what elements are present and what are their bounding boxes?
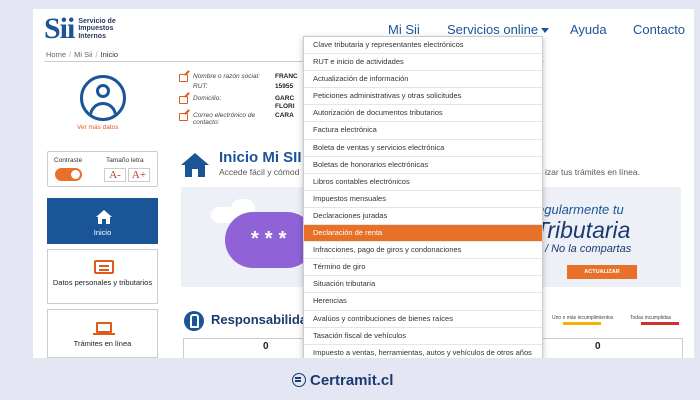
menu-item[interactable]: Situación tributaria	[304, 276, 542, 294]
legend-label: Uno o más incumplimientos	[552, 315, 614, 321]
info-label: Domicilio:	[193, 95, 222, 102]
sidebar-item-inicio[interactable]: Inicio	[47, 198, 158, 244]
sidebar-item-label: Trámites en línea	[73, 339, 132, 348]
certramit-brand: Certramit.cl	[292, 371, 393, 389]
info-value: 15955	[275, 83, 294, 90]
info-value: CARA	[275, 112, 294, 119]
menu-item[interactable]: Término de giro	[304, 259, 542, 277]
menu-item[interactable]: Herencias	[304, 293, 542, 311]
logo-text: Servicio de Impuestos Internos	[78, 17, 116, 40]
menu-item[interactable]: Impuesto a ventas, herramientas, autos y…	[304, 345, 542, 358]
info-value: FRANC	[275, 73, 298, 80]
logo-mark: Sii	[44, 12, 75, 45]
page-title: Inicio Mi SII	[219, 149, 302, 166]
breadcrumb-home[interactable]: Home	[46, 50, 66, 59]
banner-text-line3: / No la compartas	[545, 243, 632, 255]
menu-item[interactable]: Declaraciones juradas	[304, 208, 542, 226]
menu-item-highlighted[interactable]: Declaración de renta	[304, 225, 542, 243]
count-value: 0	[263, 341, 269, 352]
home-icon	[181, 153, 209, 177]
banner-text-line1: egularmente tu	[537, 202, 624, 217]
menu-item[interactable]: Avalúos y contribuciones de bienes raíce…	[304, 311, 542, 328]
info-row-name: Nombre o razón social: FRANC	[179, 73, 298, 83]
breadcrumb: Home / Mi Sii / Inicio	[46, 50, 119, 59]
legend-label: Todas incumplidas	[630, 315, 672, 321]
breadcrumb-current: Inicio	[100, 50, 119, 59]
info-row-email: Correo electrónico de contacto: CARA	[179, 112, 294, 126]
see-more-data-link[interactable]: Ver más datos	[77, 124, 119, 131]
responsibilities-title: Responsabilida	[211, 312, 308, 327]
edit-icon[interactable]	[179, 113, 188, 121]
brand-text: Certramit.cl	[310, 371, 394, 389]
edit-icon[interactable]	[179, 96, 188, 104]
font-decrease-button[interactable]: A-	[104, 168, 126, 182]
page-subtitle-continued: izar tus trámites en línea.	[545, 167, 640, 177]
breadcrumb-mi-sii[interactable]: Mi Sii	[74, 50, 92, 59]
nav-mi-sii[interactable]: Mi Sii	[388, 22, 420, 37]
sidebar-item-tramites[interactable]: Trámites en línea	[47, 309, 158, 358]
legend-swatch	[641, 322, 679, 325]
menu-item[interactable]: Peticiones administrativas y otras solic…	[304, 88, 542, 106]
nav-servicios-label: Servicios online	[447, 22, 539, 37]
contrast-toggle[interactable]	[55, 168, 82, 181]
sidebar-item-label: Inicio	[93, 228, 112, 237]
bell-icon	[184, 311, 204, 331]
nav-ayuda[interactable]: Ayuda	[570, 22, 607, 37]
menu-item[interactable]: Boletas de honorarios electrónicas	[304, 157, 542, 174]
menu-item[interactable]: Factura electrónica	[304, 122, 542, 140]
menu-item[interactable]: Autorización de documentos tributarios	[304, 105, 542, 123]
info-row-address: Domicilio: GARC FLORI	[179, 95, 295, 110]
menu-item[interactable]: Actualización de información	[304, 71, 542, 89]
info-label: Nombre o razón social:	[193, 73, 260, 80]
nav-servicios-online[interactable]: Servicios online	[447, 22, 550, 37]
chevron-down-icon	[541, 28, 550, 34]
info-value: GARC FLORI	[275, 95, 295, 110]
menu-item[interactable]: Infracciones, pago de giros y condonacio…	[304, 242, 542, 260]
page-subtitle: Accede fácil y cómod	[219, 167, 300, 177]
menu-item[interactable]: Tasación fiscal de vehículos	[304, 328, 542, 345]
accessibility-panel: Contraste Tamaño letra A- A+	[47, 151, 158, 187]
servicios-dropdown-menu: Clave tributaria y representantes electr…	[303, 36, 543, 358]
list-circle-icon	[292, 373, 306, 387]
info-label: RUT:	[193, 83, 208, 90]
legend-swatch	[563, 322, 601, 325]
edit-icon[interactable]	[179, 74, 188, 82]
home-icon	[96, 210, 112, 224]
update-button[interactable]: ACTUALIZAR	[567, 265, 637, 279]
menu-item[interactable]: RUT e inicio de actividades	[304, 54, 542, 72]
sidebar-item-label: Datos personales y tributarios	[52, 278, 153, 287]
sidebar-item-datos-personales[interactable]: Datos personales y tributarios	[47, 249, 158, 304]
document-icon	[94, 260, 114, 274]
font-size-label: Tamaño letra	[106, 157, 144, 164]
menu-item[interactable]: Clave tributaria y representantes electr…	[304, 37, 542, 55]
laptop-icon	[93, 322, 115, 335]
info-row-rut: RUT: 15955	[179, 83, 293, 93]
font-increase-button[interactable]: A+	[128, 168, 150, 182]
menu-item[interactable]: Impuestos mensuales	[304, 191, 542, 208]
password-stars: ***	[251, 228, 293, 250]
banner-text-line2: Tributaria	[535, 217, 631, 243]
menu-item[interactable]: Boleta de ventas y servicios electrónica	[304, 140, 542, 157]
nav-contacto[interactable]: Contacto	[633, 22, 685, 37]
menu-item[interactable]: Libros contables electrónicos	[304, 174, 542, 191]
info-label: Correo electrónico de contacto:	[193, 112, 256, 126]
user-avatar-icon[interactable]	[80, 75, 126, 121]
contrast-label: Contraste	[54, 157, 83, 164]
browser-viewport: Sii Servicio de Impuestos Internos Mi Si…	[33, 9, 694, 358]
sii-logo[interactable]: Sii Servicio de Impuestos Internos	[44, 12, 126, 45]
count-value: 0	[595, 341, 601, 352]
